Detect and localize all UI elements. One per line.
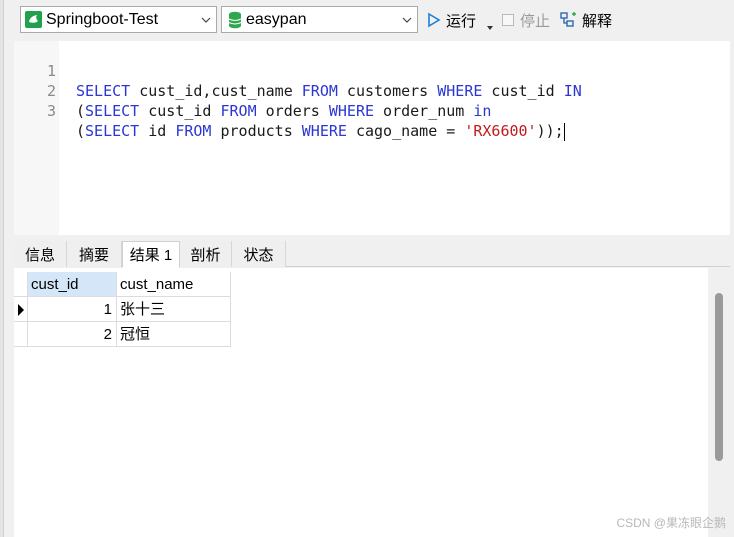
tab-info[interactable]: 信息 [14,241,67,267]
row-indicator[interactable] [14,322,28,347]
stop-icon [502,14,514,26]
table-row[interactable]: 1 张十三 [14,297,231,322]
run-button[interactable]: 运行 [427,8,476,32]
scrollbar-thumb[interactable] [715,293,723,461]
connection-label: Springboot-Test [46,10,159,28]
query-editor-window: Springboot-Test easypan 运行 停止 解释 1 SELEC… [0,0,734,537]
play-icon [428,12,441,28]
database-label: easypan [246,10,307,28]
run-dropdown-icon[interactable] [486,16,494,40]
cell-cust-name[interactable]: 冠恒 [117,322,231,347]
code-line: 1 SELECT cust_id,cust_name FROM customer… [14,41,730,100]
code-line: 3 (SELECT id FROM products WHERE cago_na… [14,81,730,141]
line-number: 3 [46,102,56,120]
explain-label: 解释 [582,12,613,30]
code-text: (SELECT cust_id FROM orders WHERE order_… [76,102,492,120]
toolbar: Springboot-Test easypan 运行 停止 解释 [14,6,730,34]
row-indicator[interactable] [14,297,28,322]
left-edge-border [0,0,4,537]
cell-cust-id[interactable]: 1 [28,297,117,322]
tab-summary[interactable]: 摘要 [67,241,122,267]
stop-label: 停止 [520,12,551,30]
sql-editor[interactable]: 1 SELECT cust_id,cust_name FROM customer… [14,41,730,235]
result-grid[interactable]: cust_id cust_name 1 张十三 2 冠恒 [14,268,708,537]
row-indicator-header [14,272,28,297]
table-header: cust_id cust_name [14,272,231,297]
tab-status[interactable]: 状态 [232,241,286,267]
run-label: 运行 [446,12,477,30]
cell-cust-id[interactable]: 2 [28,322,117,347]
database-icon [228,11,242,28]
column-header-cust-id[interactable]: cust_id [28,272,117,297]
code-text: (SELECT id FROM products WHERE cago_name… [76,122,565,141]
explain-icon [560,12,576,27]
watermark: CSDN @果冻眼企鹅 [616,516,726,530]
current-row-marker-icon [18,304,24,316]
vertical-scrollbar[interactable] [708,268,730,537]
connection-icon [25,11,42,28]
tab-result-1[interactable]: 结果 1 [122,241,180,268]
chevron-down-icon [201,17,211,23]
code-line: 2 (SELECT cust_id FROM orders WHERE orde… [14,61,730,120]
chevron-down-icon [402,17,412,23]
table-row[interactable]: 2 冠恒 [14,322,231,347]
text-cursor [563,122,565,141]
stop-button[interactable]: 停止 [502,8,550,32]
cell-cust-name[interactable]: 张十三 [117,297,231,322]
database-select[interactable]: easypan [221,6,418,33]
column-header-cust-name[interactable]: cust_name [117,272,231,297]
connection-select[interactable]: Springboot-Test [20,6,217,33]
explain-button[interactable]: 解释 [560,8,612,32]
result-tabs: 信息 摘要 结果 1 剖析 状态 [14,241,730,268]
tab-profile[interactable]: 剖析 [180,241,232,267]
